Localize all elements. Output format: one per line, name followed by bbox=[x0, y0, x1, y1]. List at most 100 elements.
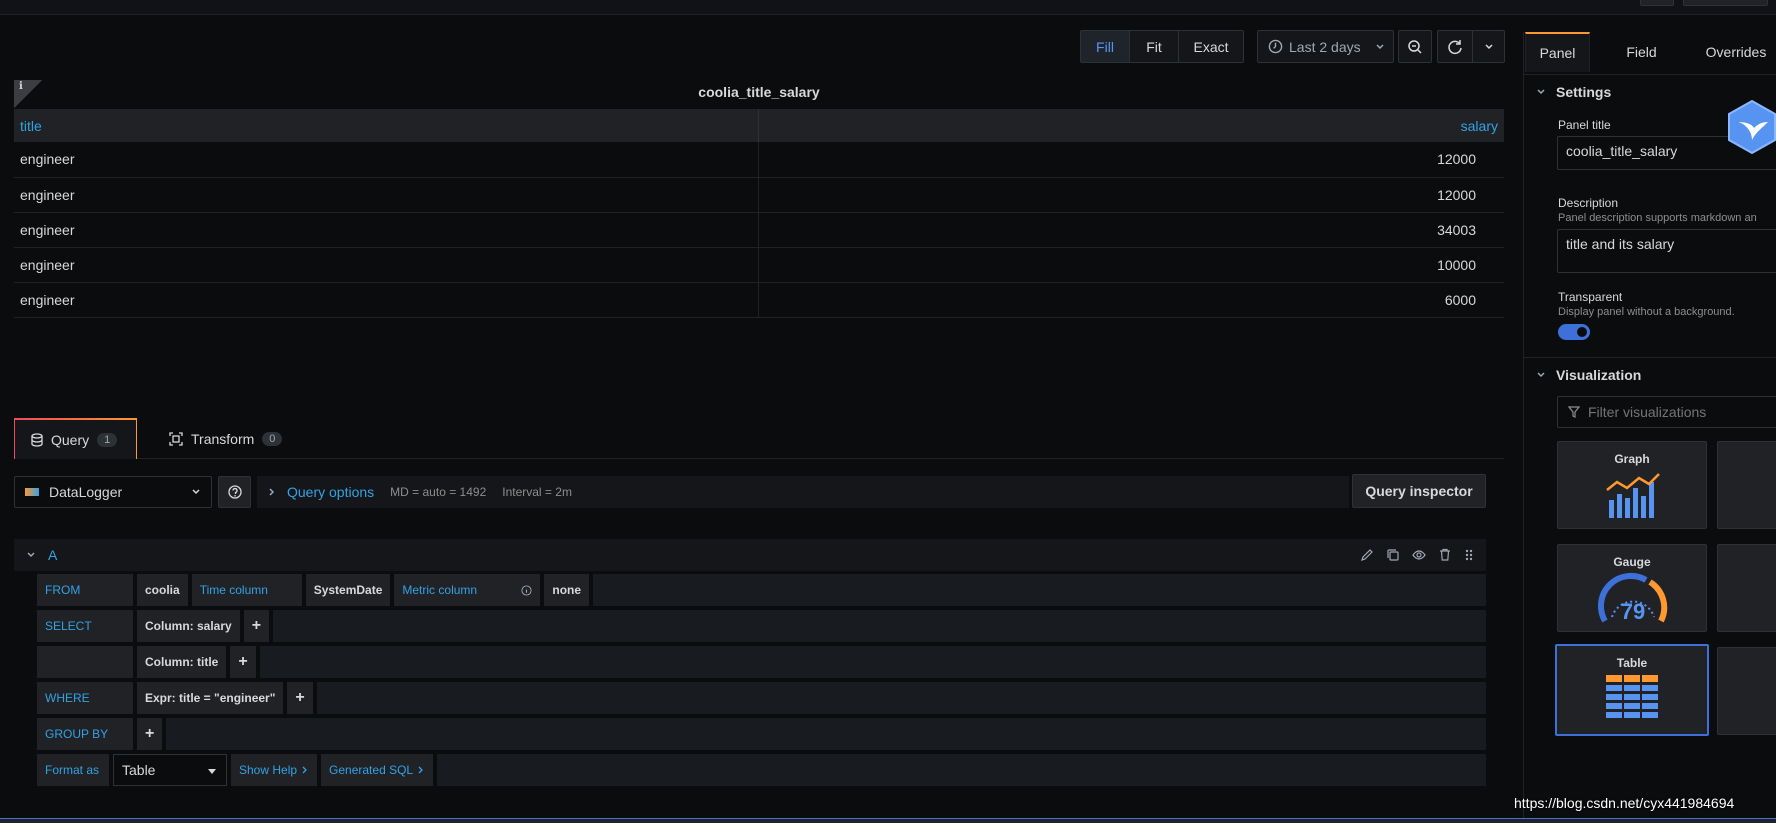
query-row-actions bbox=[1360, 548, 1474, 562]
format-row: Format as Table Show Help Generated SQL bbox=[37, 754, 1486, 786]
tab-query[interactable]: Query 1 bbox=[14, 418, 137, 460]
column-header-salary[interactable]: salary bbox=[757, 109, 1504, 142]
panel-title-label: Panel title bbox=[1558, 118, 1611, 132]
transparent-hint: Display panel without a background. bbox=[1558, 306, 1735, 318]
generated-sql-button[interactable]: Generated SQL bbox=[321, 754, 434, 786]
bottom-strip bbox=[0, 818, 1776, 823]
viz-card-next-3[interactable] bbox=[1717, 647, 1776, 735]
datasource-name: DataLogger bbox=[49, 484, 123, 500]
fill-button[interactable]: Fill bbox=[1080, 30, 1130, 63]
cell-salary: 10000 bbox=[757, 247, 1504, 283]
cell-salary: 34003 bbox=[757, 212, 1504, 248]
add-select-button[interactable]: + bbox=[243, 610, 270, 642]
viz-card-gauge[interactable]: Gauge 79 bbox=[1557, 544, 1707, 632]
cell-title: engineer bbox=[14, 212, 758, 248]
format-select[interactable]: Table bbox=[113, 754, 227, 786]
query-ref-id[interactable]: A bbox=[48, 547, 57, 563]
select-keyword-blank bbox=[37, 646, 133, 678]
chevron-down-icon[interactable] bbox=[26, 550, 36, 560]
edit-icon[interactable] bbox=[1360, 548, 1374, 562]
add-where-button[interactable]: + bbox=[287, 682, 313, 714]
time-range-picker[interactable]: Last 2 days bbox=[1257, 30, 1394, 63]
show-help-label: Show Help bbox=[239, 763, 298, 777]
visualization-section-header[interactable]: Visualization bbox=[1524, 357, 1776, 391]
description-textarea[interactable]: title and its salary bbox=[1557, 229, 1776, 273]
cell-salary: 6000 bbox=[757, 282, 1504, 318]
eye-icon[interactable] bbox=[1412, 548, 1426, 562]
database-icon bbox=[31, 433, 43, 447]
select-column-title[interactable]: Column: title bbox=[137, 646, 227, 678]
table-row: engineer 10000 bbox=[14, 247, 1504, 283]
copy-icon[interactable] bbox=[1386, 548, 1400, 562]
zoom-out-button[interactable] bbox=[1398, 30, 1432, 63]
cell-title: engineer bbox=[14, 142, 758, 178]
viz-card-table[interactable]: Table bbox=[1555, 644, 1709, 736]
fit-button[interactable]: Fit bbox=[1129, 30, 1179, 63]
viz-card-next-1[interactable] bbox=[1717, 441, 1776, 529]
tab-overrides[interactable]: Overrides bbox=[1686, 32, 1776, 72]
viz-filter-field[interactable] bbox=[1588, 404, 1768, 420]
trash-icon[interactable] bbox=[1438, 548, 1452, 562]
group-by-row: GROUP BY + bbox=[37, 718, 1486, 750]
format-as-keyword: Format as bbox=[37, 754, 109, 786]
transform-count-badge: 0 bbox=[262, 432, 283, 446]
query-row-header[interactable]: A bbox=[14, 539, 1486, 571]
viz-card-graph[interactable]: Graph bbox=[1557, 441, 1707, 529]
add-group-by-button[interactable]: + bbox=[137, 718, 163, 750]
chevron-down-icon bbox=[192, 489, 200, 495]
viz-filter-input[interactable] bbox=[1557, 396, 1776, 428]
time-column-keyword: Time column bbox=[191, 574, 302, 606]
datasource-help-button[interactable] bbox=[218, 476, 251, 508]
chevron-right-icon bbox=[302, 766, 307, 774]
caret-down-icon bbox=[208, 769, 216, 774]
column-header-title[interactable]: title bbox=[14, 109, 758, 142]
cell-title: engineer bbox=[14, 247, 758, 283]
viz-name: Table bbox=[1616, 656, 1648, 670]
visualization-title: Visualization bbox=[1556, 366, 1642, 383]
time-column-value[interactable]: SystemDate bbox=[305, 574, 391, 606]
description-hint: Panel description supports markdown an bbox=[1558, 212, 1757, 224]
settings-title: Settings bbox=[1556, 83, 1612, 100]
query-inspector-button[interactable]: Query inspector bbox=[1352, 474, 1486, 508]
show-help-button[interactable]: Show Help bbox=[231, 754, 318, 786]
description-label: Description bbox=[1558, 196, 1619, 210]
top-button-2[interactable] bbox=[1683, 0, 1768, 6]
refresh-interval-dropdown[interactable] bbox=[1472, 30, 1505, 63]
group-by-keyword: GROUP BY bbox=[37, 718, 133, 750]
info-circle-icon[interactable] bbox=[521, 584, 532, 596]
select-row-2: Column: title + bbox=[37, 646, 1486, 678]
from-table[interactable]: coolia bbox=[137, 574, 188, 606]
app-logo-icon bbox=[1728, 99, 1776, 155]
graph-viz-icon bbox=[1606, 473, 1660, 518]
tab-transform[interactable]: Transform 0 bbox=[153, 418, 298, 460]
generated-sql-label: Generated SQL bbox=[329, 763, 414, 777]
from-row: FROM coolia Time column SystemDate Metri… bbox=[37, 574, 1486, 606]
refresh-icon bbox=[1448, 39, 1462, 54]
where-expression[interactable]: Expr: title = "engineer" bbox=[137, 682, 284, 714]
transform-icon bbox=[169, 432, 183, 446]
drag-handle-icon[interactable] bbox=[1464, 548, 1474, 562]
query-options-label[interactable]: Query options bbox=[287, 484, 374, 500]
top-button-1[interactable] bbox=[1640, 0, 1674, 6]
tab-panel[interactable]: Panel bbox=[1525, 32, 1590, 72]
transparent-toggle[interactable] bbox=[1558, 324, 1590, 340]
time-range-label: Last 2 days bbox=[1289, 38, 1361, 55]
query-options-bar[interactable]: Query options MD = auto = 1492 Interval … bbox=[257, 476, 1349, 508]
select-keyword: SELECT bbox=[37, 610, 133, 642]
metric-column-value[interactable]: none bbox=[544, 574, 590, 606]
tab-transform-label: Transform bbox=[191, 431, 255, 447]
cell-title: engineer bbox=[14, 282, 758, 318]
viz-card-next-2[interactable] bbox=[1717, 544, 1776, 632]
from-keyword: FROM bbox=[37, 574, 133, 606]
select-column-salary[interactable]: Column: salary bbox=[137, 610, 240, 642]
datasource-picker[interactable]: DataLogger bbox=[14, 476, 212, 508]
select-row: SELECT Column: salary + bbox=[37, 610, 1486, 642]
where-row-filler bbox=[316, 682, 1486, 714]
add-select-button-2[interactable]: + bbox=[230, 646, 256, 678]
exact-button[interactable]: Exact bbox=[1178, 30, 1244, 63]
cell-title: engineer bbox=[14, 177, 758, 213]
refresh-button[interactable] bbox=[1437, 30, 1473, 63]
tab-field[interactable]: Field bbox=[1604, 32, 1679, 72]
table-viz-icon bbox=[1606, 675, 1658, 718]
table-row: engineer 6000 bbox=[14, 282, 1504, 318]
